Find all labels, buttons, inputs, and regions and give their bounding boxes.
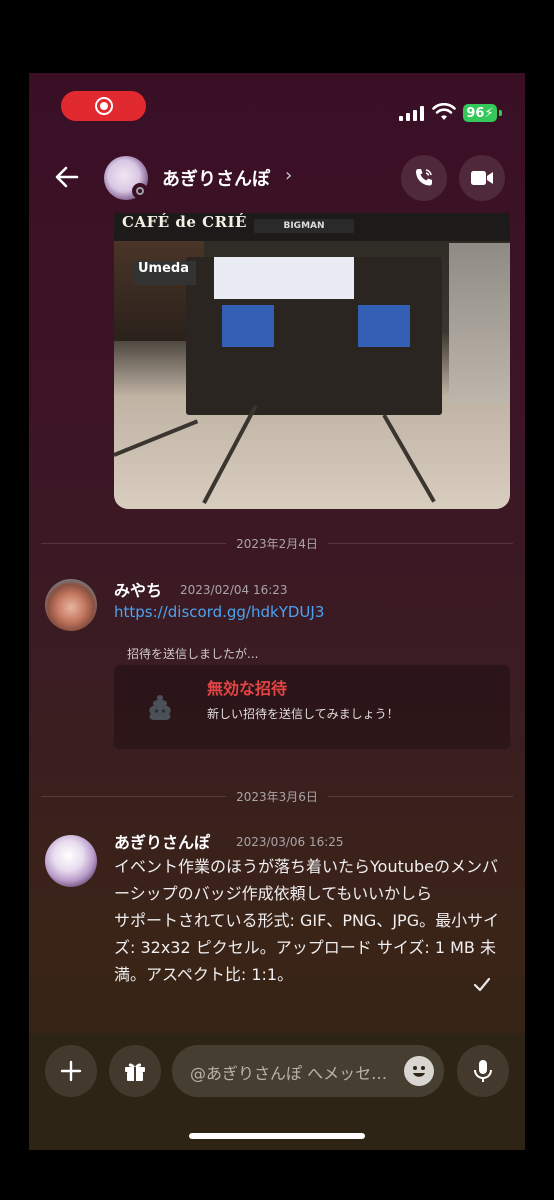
invite-link[interactable]: https://discord.gg/hdkYDUJ3 [114,603,324,621]
battery-level: 96 [466,105,485,121]
emoji-icon[interactable] [404,1056,434,1086]
poop-icon [149,695,171,720]
photo-sign-umeda: Umeda [134,261,196,285]
voice-call-button[interactable] [401,155,447,201]
microphone-icon [474,1060,492,1082]
phone-screen: 96 ⚡ あぎりさんぽ › BIGMAN CAFÉ de CRIÉ Umeda … [29,73,525,1150]
divider [41,542,227,544]
battery-icon: 96 ⚡ [463,104,497,122]
status-indicator [132,183,148,199]
photo-floor-line [202,404,258,504]
emoji-face [413,1066,425,1077]
message-author[interactable]: あぎりさんぽ [114,829,210,853]
avatar[interactable] [45,579,97,631]
message-body: イベント作業のほうが落ち着いたらYoutubeのメンバーシップのバッジ作成依頼し… [114,853,506,988]
photo-kiosk-panel [222,305,274,347]
back-arrow-icon[interactable] [53,163,81,191]
date-label: 2023年2月4日 [236,536,318,551]
home-indicator[interactable] [189,1133,365,1139]
photo-kiosk-panel [358,305,410,347]
page-title[interactable]: あぎりさんぽ [162,165,270,191]
message-input-placeholder: @あぎりさんぽ へメッセージを送信 [190,1064,390,1083]
divider [327,542,513,544]
photo-floor-line [114,419,199,457]
invite-label: 招待を送信しましたが... [127,647,259,661]
date-label: 2023年3月6日 [236,789,318,804]
message-text: イベント作業のほうが落ち着いたらYoutubeのメンバーシップのバッジ作成依頼し… [114,857,498,903]
video-camera-icon [471,171,493,185]
photo-sign-cafe: CAFÉ de CRIÉ [122,213,247,231]
video-call-button[interactable] [459,155,505,201]
divider [41,795,227,797]
chevron-right-icon[interactable]: › [285,165,292,186]
plus-icon [60,1060,82,1082]
message-input[interactable]: @あぎりさんぽ へメッセージを送信 [172,1045,444,1097]
status-bar: 96 ⚡ [29,73,525,135]
checkmark-icon [473,977,491,992]
avatar[interactable] [45,835,97,887]
message-composer: @あぎりさんぽ へメッセージを送信 [29,1033,525,1150]
battery-cap [499,110,502,116]
invite-card: 無効な招待 新しい招待を送信してみましょう！ [114,665,510,749]
wifi-icon [432,103,456,120]
message-timestamp: 2023/03/06 16:25 [236,835,344,849]
message-text: サポートされている形式: GIF、PNG、JPG。最小サイズ: 32x32 ピク… [114,911,500,984]
invite-title: 無効な招待 [207,679,288,698]
screen-recording-indicator[interactable] [61,91,146,121]
record-icon [94,97,113,115]
photo-floor-line [382,414,436,503]
image-attachment[interactable]: BIGMAN CAFÉ de CRIÉ Umeda [114,213,510,509]
message-author[interactable]: みやち [114,577,162,601]
phone-call-icon [416,169,432,186]
gift-icon [125,1063,145,1081]
invite-subtitle: 新しい招待を送信してみましょう！ [207,707,399,721]
add-attachment-button[interactable] [45,1045,97,1097]
chat-header: あぎりさんぽ › [29,153,525,205]
photo-sign-bigman: BIGMAN [254,219,354,233]
photo-kiosk-screen [214,257,354,299]
voice-message-button[interactable] [457,1045,509,1097]
date-separator: 2023年2月4日 [41,533,513,553]
date-separator: 2023年3月6日 [41,786,513,806]
gift-button[interactable] [109,1045,161,1097]
photo-pillar [449,243,510,403]
divider [327,795,513,797]
message-timestamp: 2023/02/04 16:23 [180,583,288,597]
signal-icon [399,105,424,121]
